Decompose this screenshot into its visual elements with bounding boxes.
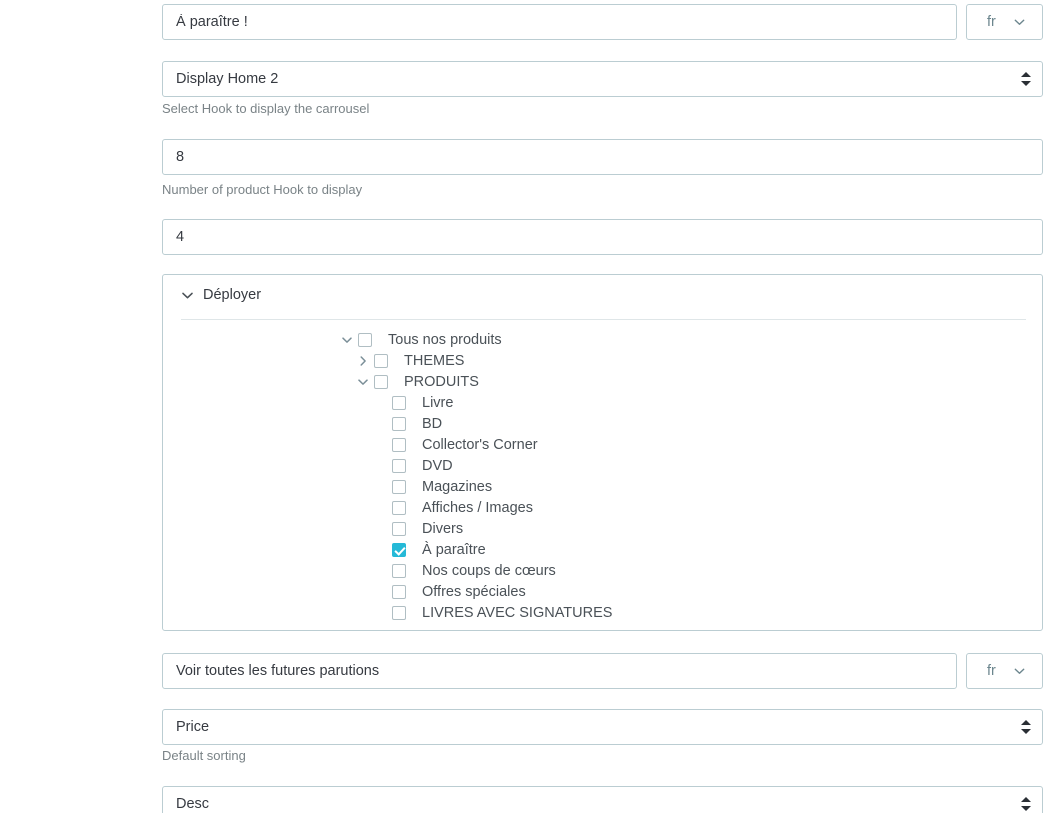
caret-placeholder — [373, 605, 389, 621]
field-display-hook: Display Home 2 — [162, 61, 1043, 97]
field-product-to-show — [162, 219, 1043, 255]
category-checkbox[interactable] — [392, 563, 406, 578]
product-to-show-input[interactable] — [162, 219, 1043, 255]
product-number-input[interactable] — [162, 139, 1043, 175]
category-label[interactable]: Nos coups de cœurs — [422, 562, 556, 580]
category-tree-node: Divers — [163, 518, 1042, 539]
select-updown-arrows-icon — [1021, 796, 1032, 812]
category-checkbox[interactable] — [392, 584, 406, 599]
chevron-down-icon — [181, 289, 194, 302]
caret-placeholder — [373, 500, 389, 516]
select-updown-arrows-icon — [1021, 71, 1032, 87]
display-hook-select[interactable]: Display Home 2 — [162, 61, 1043, 97]
category-tree-node: Offres spéciales — [163, 581, 1042, 602]
button-title-language-button[interactable]: fr — [966, 653, 1043, 689]
select-updown-arrows-icon — [1021, 719, 1032, 735]
category-checkbox[interactable] — [392, 395, 406, 410]
chevron-down-icon[interactable] — [339, 332, 355, 348]
field-order-by: Price — [162, 709, 1043, 745]
field-title — [162, 4, 957, 40]
title-language-label: fr — [987, 14, 996, 30]
help-order-by: Default sorting — [162, 748, 246, 763]
display-hook-value: Display Home 2 — [176, 71, 279, 87]
deploy-toggle-button[interactable]: Déployer — [181, 287, 261, 303]
caret-placeholder — [373, 395, 389, 411]
category-label[interactable]: Offres spéciales — [422, 583, 526, 601]
sort-order-value: Desc — [176, 796, 210, 812]
categories-tree-list: Tous nos produits THEMES PRODUITS Livre BD Co… — [163, 329, 1042, 623]
category-tree-node: Nos coups de cœurs — [163, 560, 1042, 581]
category-tree-node: Affiches / Images — [163, 497, 1042, 518]
category-label[interactable]: PRODUITS — [404, 373, 479, 391]
category-label[interactable]: Divers — [422, 520, 463, 538]
caret-placeholder — [373, 458, 389, 474]
category-label[interactable]: À paraître — [422, 541, 486, 559]
module-configuration-form: *Title fr *Display hook Display Home 2 S… — [0, 0, 1057, 813]
button-title-input[interactable] — [162, 653, 957, 689]
category-checkbox[interactable] — [392, 521, 406, 536]
category-tree-node: LIVRES AVEC SIGNATURES — [163, 602, 1042, 623]
chevron-right-icon[interactable] — [355, 353, 371, 369]
chevron-down-icon[interactable] — [355, 374, 371, 390]
category-checkbox[interactable] — [392, 542, 406, 557]
caret-placeholder — [373, 479, 389, 495]
category-checkbox[interactable] — [374, 353, 388, 368]
field-sort-order: Desc — [162, 786, 1043, 813]
caret-placeholder — [373, 521, 389, 537]
category-label[interactable]: Magazines — [422, 478, 492, 496]
title-language-button[interactable]: fr — [966, 4, 1043, 40]
category-checkbox[interactable] — [358, 332, 372, 347]
category-tree-node: Livre — [163, 392, 1042, 413]
field-product-number — [162, 139, 1043, 175]
button-title-language-label: fr — [987, 663, 996, 679]
category-label[interactable]: Tous nos produits — [388, 331, 502, 349]
category-label[interactable]: Collector's Corner — [422, 436, 538, 454]
title-input[interactable] — [162, 4, 957, 40]
category-tree-node: DVD — [163, 455, 1042, 476]
category-checkbox[interactable] — [392, 437, 406, 452]
chevron-down-icon — [1014, 17, 1025, 28]
caret-placeholder — [373, 563, 389, 579]
sort-order-select[interactable]: Desc — [162, 786, 1043, 813]
category-tree-node: PRODUITS — [163, 371, 1042, 392]
category-tree-node: Magazines — [163, 476, 1042, 497]
category-tree-node: Collector's Corner — [163, 434, 1042, 455]
field-button-title — [162, 653, 957, 689]
help-product-number: Number of product Hook to display — [162, 182, 363, 197]
category-label[interactable]: BD — [422, 415, 442, 433]
category-label[interactable]: THEMES — [404, 352, 464, 370]
category-checkbox[interactable] — [374, 374, 388, 389]
category-label[interactable]: Livre — [422, 394, 453, 412]
category-tree-node: BD — [163, 413, 1042, 434]
category-checkbox[interactable] — [392, 416, 406, 431]
category-checkbox[interactable] — [392, 479, 406, 494]
category-checkbox[interactable] — [392, 500, 406, 515]
tree-divider — [181, 319, 1026, 320]
category-label[interactable]: DVD — [422, 457, 453, 475]
caret-placeholder — [373, 584, 389, 600]
deploy-toggle-label: Déployer — [203, 287, 262, 303]
category-checkbox[interactable] — [392, 458, 406, 473]
category-tree-node: À paraître — [163, 539, 1042, 560]
order-by-select[interactable]: Price — [162, 709, 1043, 745]
caret-placeholder — [373, 437, 389, 453]
help-display-hook: Select Hook to display the carrousel — [162, 101, 370, 116]
caret-placeholder — [373, 416, 389, 432]
category-label[interactable]: LIVRES AVEC SIGNATURES — [422, 604, 612, 622]
category-checkbox[interactable] — [392, 605, 406, 620]
category-label[interactable]: Affiches / Images — [422, 499, 533, 517]
caret-placeholder — [373, 542, 389, 558]
categories-tree-panel: Déployer Tous nos produits THEMES PRODUITS… — [162, 274, 1043, 631]
category-tree-node: Tous nos produits — [163, 329, 1042, 350]
chevron-down-icon — [1014, 666, 1025, 677]
order-by-value: Price — [176, 719, 210, 735]
category-tree-node: THEMES — [163, 350, 1042, 371]
